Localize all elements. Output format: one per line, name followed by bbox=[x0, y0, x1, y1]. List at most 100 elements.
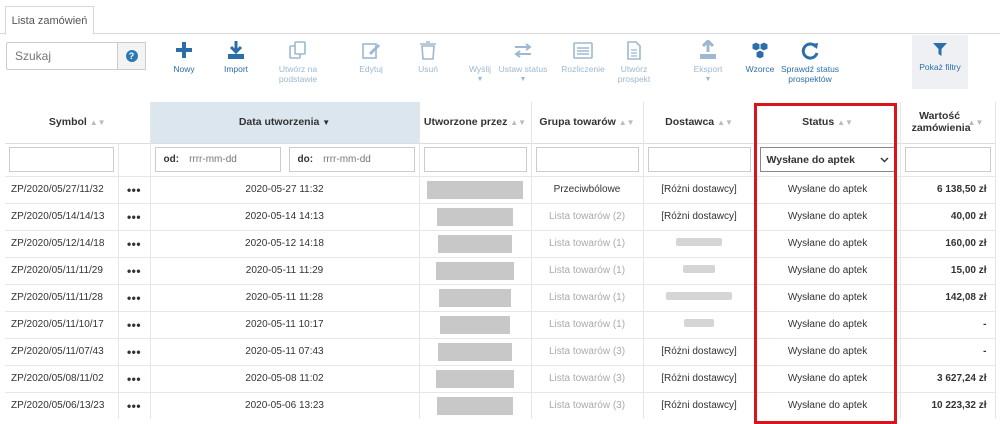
column-header-status[interactable]: Status ▲▼ bbox=[755, 102, 901, 143]
supplier-cell bbox=[643, 229, 756, 257]
symbol-filter-input[interactable] bbox=[9, 147, 114, 172]
share-icon bbox=[469, 40, 491, 60]
table-row[interactable]: ZP/2020/05/08/11/02 ••• 2020-05-08 11:02 Li… bbox=[5, 364, 996, 392]
supplier-filter-input[interactable] bbox=[647, 147, 751, 172]
show-filters-button[interactable]: Pokaż filtry bbox=[912, 35, 968, 89]
edit-button[interactable]: Edytuj bbox=[356, 40, 386, 90]
table-row[interactable]: ZP/2020/05/11/11/28 ••• 2020-05-11 11:28 Li… bbox=[5, 283, 996, 311]
show-filters-label: Pokaż filtry bbox=[919, 62, 961, 72]
table-row[interactable]: ZP/2020/05/06/13/23 ••• 2020-05-06 13:23 Li… bbox=[5, 391, 996, 419]
set-status-button[interactable]: Ustaw status ▼ bbox=[495, 40, 551, 90]
settle-button[interactable]: Rozliczenie bbox=[561, 40, 605, 90]
supplier-cell: [Różni dostawcy] bbox=[643, 364, 756, 392]
value-filter-input[interactable] bbox=[904, 147, 991, 172]
sort-icon: ▲▼ bbox=[967, 117, 984, 127]
status-cell: Wysłane do aptek bbox=[755, 310, 901, 338]
status-filter-select[interactable]: Wysłane do aptek bbox=[759, 147, 896, 172]
delete-button[interactable]: Usuń bbox=[414, 40, 442, 90]
created-by-cell bbox=[419, 310, 532, 338]
redacted-block bbox=[437, 396, 514, 415]
dropdown-caret-icon: ▼ bbox=[476, 76, 484, 83]
trash-icon bbox=[420, 41, 436, 60]
create-prospect-button[interactable]: Utwórz prospekt bbox=[604, 40, 664, 90]
row-menu-button[interactable]: ••• bbox=[118, 202, 151, 230]
help-button[interactable]: ? bbox=[118, 42, 146, 70]
row-menu-button[interactable]: ••• bbox=[118, 256, 151, 284]
upload-icon bbox=[700, 40, 716, 59]
table-row[interactable]: ZP/2020/05/27/11/32 ••• 2020-05-27 11:32 Pr… bbox=[5, 175, 996, 203]
row-menu-button[interactable]: ••• bbox=[118, 391, 151, 419]
row-menu-button[interactable]: ••• bbox=[118, 175, 151, 203]
group-filter-input[interactable] bbox=[535, 147, 639, 172]
value-cell: - bbox=[900, 310, 996, 338]
send-button[interactable]: Wyślij ▼ bbox=[464, 40, 496, 90]
sort-icon: ▲▼ bbox=[717, 118, 733, 128]
group-cell: Lista towarów (1) bbox=[531, 283, 644, 311]
check-status-button[interactable]: Sprawdź status prospektów bbox=[774, 40, 846, 90]
status-cell: Wysłane do aptek bbox=[755, 256, 901, 284]
pencil-icon bbox=[362, 43, 380, 59]
import-button[interactable]: Import bbox=[219, 40, 253, 90]
row-menu-button[interactable]: ••• bbox=[118, 364, 151, 392]
redacted-block bbox=[437, 207, 514, 226]
tab-order-list[interactable]: Lista zamówień bbox=[5, 6, 94, 35]
supplier-cell: [Różni dostawcy] bbox=[643, 337, 756, 365]
sort-icon: ▲▼ bbox=[89, 118, 106, 128]
date-from-input[interactable]: od: rrrr-mm-dd bbox=[154, 147, 281, 172]
supplier-cell: [Różni dostawcy] bbox=[643, 202, 756, 230]
column-header-supplier[interactable]: Dostawca ▲▼ bbox=[643, 102, 756, 143]
symbol-cell: ZP/2020/05/11/11/29 bbox=[5, 256, 119, 284]
date-cell: 2020-05-12 14:18 bbox=[150, 229, 420, 257]
new-button[interactable]: Nowy bbox=[169, 40, 199, 90]
value-cell: 40,00 zł bbox=[900, 202, 996, 230]
check-status-label: Sprawdź status prospektów bbox=[780, 64, 840, 84]
question-icon: ? bbox=[125, 50, 138, 62]
redacted-text bbox=[666, 292, 733, 300]
column-header-date[interactable]: Data utworzenia ▼ bbox=[150, 102, 420, 143]
status-cell: Wysłane do aptek bbox=[755, 202, 901, 230]
table-row[interactable]: ZP/2020/05/11/10/17 ••• 2020-05-11 10:17 Li… bbox=[5, 310, 996, 338]
send-label: Wyślij bbox=[468, 64, 492, 74]
table-row[interactable]: ZP/2020/05/11/07/43 ••• 2020-05-11 07:43 Li… bbox=[5, 337, 996, 365]
column-header-symbol[interactable]: Symbol ▲▼ bbox=[5, 102, 151, 143]
date-to-input[interactable]: do: rrrr-mm-dd bbox=[288, 147, 415, 172]
edit-label: Edytuj bbox=[359, 64, 383, 74]
redacted-block bbox=[438, 342, 513, 361]
chevron-down-icon bbox=[880, 157, 889, 162]
redacted-text bbox=[684, 319, 715, 327]
templates-button[interactable]: Wzorce bbox=[742, 40, 778, 90]
created-by-cell bbox=[419, 175, 532, 203]
date-cell: 2020-05-06 13:23 bbox=[150, 391, 420, 419]
row-menu-button[interactable]: ••• bbox=[118, 283, 151, 311]
plus-icon bbox=[176, 42, 192, 58]
document-icon bbox=[627, 41, 641, 60]
column-header-group[interactable]: Grupa towarów ▲▼ bbox=[531, 102, 644, 143]
create-base-button[interactable]: Utwórz na podstawie bbox=[274, 40, 322, 90]
table-row[interactable]: ZP/2020/05/12/14/18 ••• 2020-05-12 14:18 Li… bbox=[5, 229, 996, 257]
row-menu-button[interactable]: ••• bbox=[118, 310, 151, 338]
column-header-value[interactable]: Wartość zamówienia ▲▼ bbox=[900, 102, 996, 143]
date-cell: 2020-05-11 11:29 bbox=[150, 256, 420, 284]
templates-label: Wzorce bbox=[745, 64, 775, 74]
supplier-cell: [Różni dostawcy] bbox=[643, 391, 756, 419]
new-label: Nowy bbox=[173, 64, 195, 74]
row-menu-button[interactable]: ••• bbox=[118, 337, 151, 365]
tab-bar: Lista zamówień bbox=[0, 0, 1000, 35]
column-header-created-by[interactable]: Utworzone przez ▲▼ bbox=[419, 102, 532, 143]
group-cell: Lista towarów (3) bbox=[531, 391, 644, 419]
supplier-cell bbox=[643, 283, 756, 311]
export-button[interactable]: Eksport ▼ bbox=[690, 40, 726, 90]
created-by-cell bbox=[419, 337, 532, 365]
table-row[interactable]: ZP/2020/05/11/11/29 ••• 2020-05-11 11:29 Li… bbox=[5, 256, 996, 284]
value-cell: 15,00 zł bbox=[900, 256, 996, 284]
search-input[interactable] bbox=[6, 42, 118, 70]
symbol-cell: ZP/2020/05/11/07/43 bbox=[5, 337, 119, 365]
created-by-filter-input[interactable] bbox=[423, 147, 527, 172]
redacted-text bbox=[676, 238, 723, 246]
group-cell: Przeciwbólowe bbox=[531, 175, 644, 203]
table-row[interactable]: ZP/2020/05/14/14/13 ••• 2020-05-14 14:13 Li… bbox=[5, 202, 996, 230]
row-menu-button[interactable]: ••• bbox=[118, 229, 151, 257]
created-by-cell bbox=[419, 202, 532, 230]
delete-label: Usuń bbox=[418, 64, 438, 74]
download-icon bbox=[228, 41, 244, 59]
